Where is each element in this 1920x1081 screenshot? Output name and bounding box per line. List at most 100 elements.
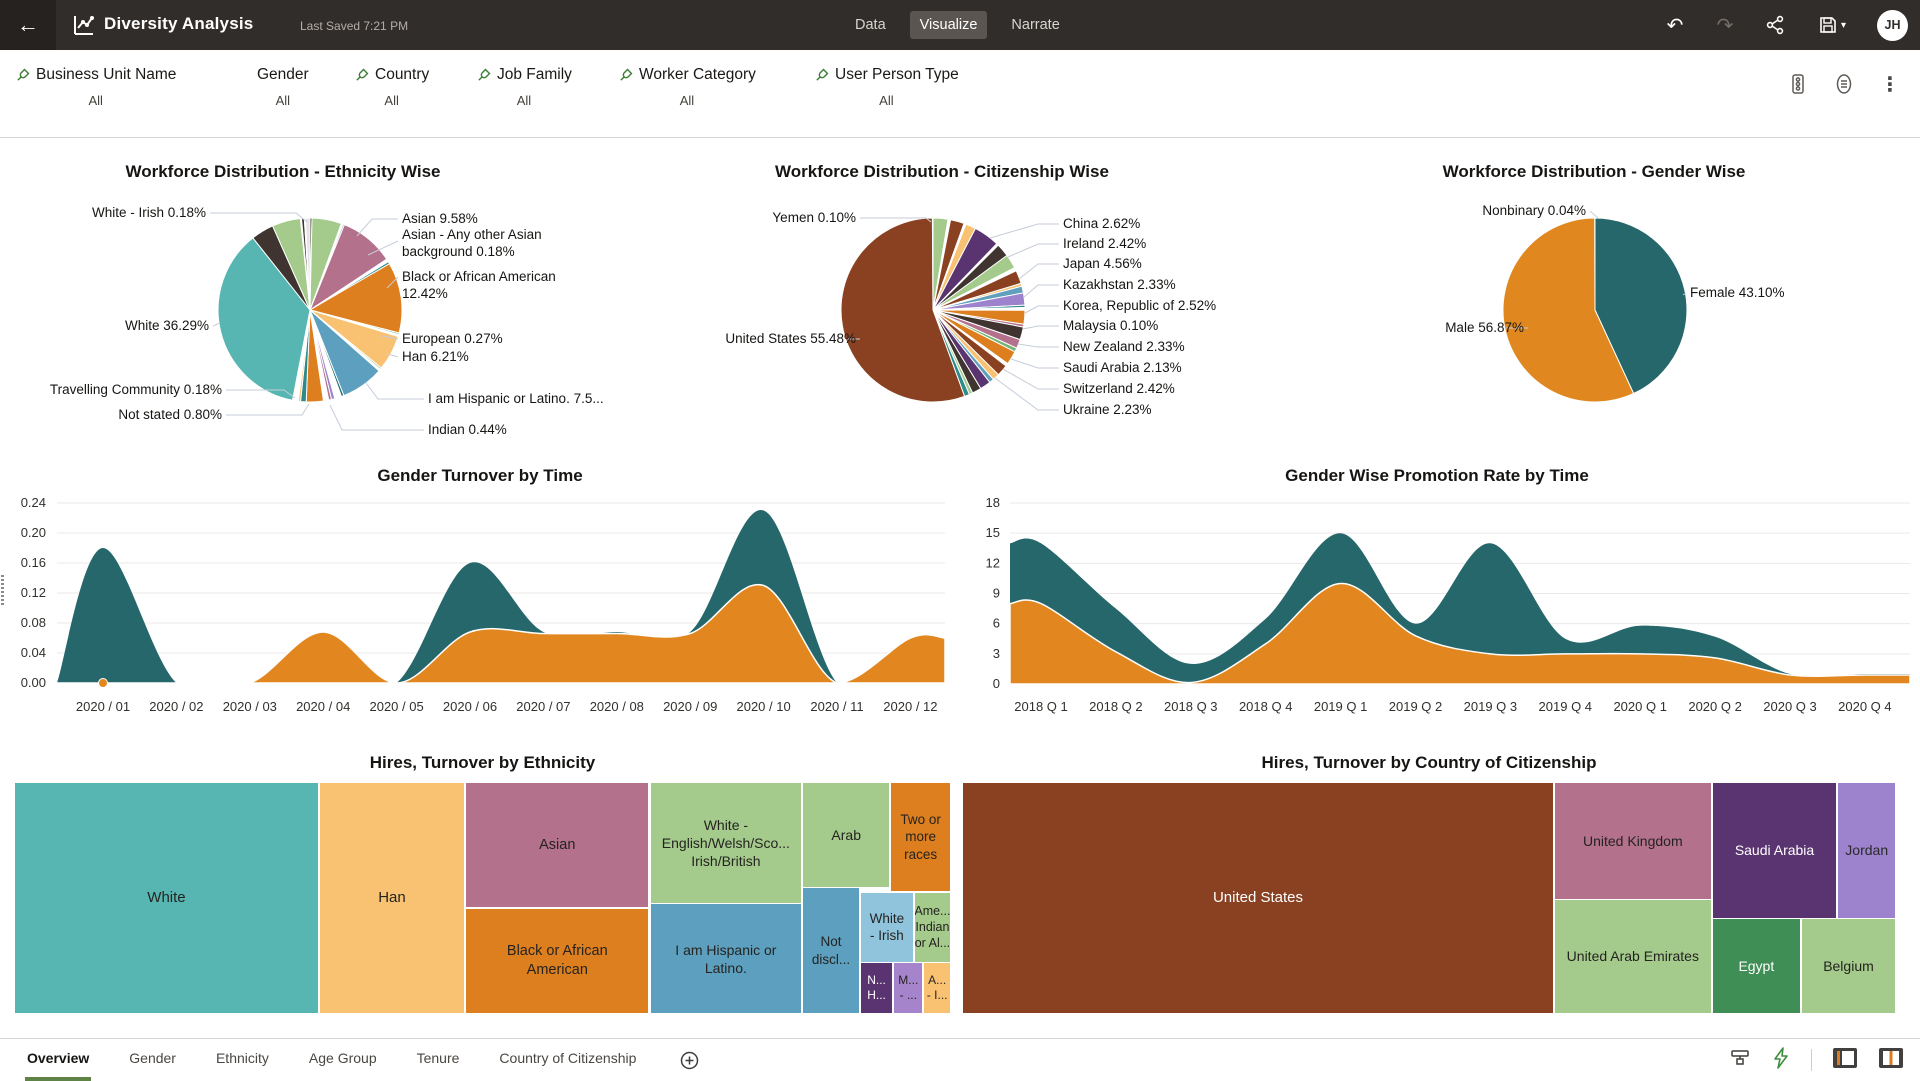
- x-axis-tick: 2020 Q 2: [1688, 699, 1742, 714]
- filter-user-person-type[interactable]: User Person Type All: [814, 66, 959, 108]
- pie-slice[interactable]: [932, 218, 933, 310]
- pie-chart-ethnicity[interactable]: Workforce Distribution - Ethnicity WiseW…: [10, 155, 630, 455]
- filter-job-family[interactable]: Job Family All: [476, 66, 572, 108]
- treemap-node[interactable]: Egypt: [1713, 919, 1800, 1013]
- canvas-settings-icon[interactable]: [1786, 72, 1810, 96]
- chart-title: Gender Turnover by Time: [377, 466, 582, 485]
- layout-split-icon[interactable]: [1878, 1047, 1904, 1074]
- treemap-node[interactable]: White - English/Welsh/Sco... Irish/Briti…: [651, 783, 802, 903]
- back-button[interactable]: ←: [0, 0, 56, 50]
- tab-data[interactable]: Data: [845, 11, 896, 39]
- treemap-node[interactable]: I am Hispanic or Latino.: [651, 904, 802, 1013]
- filter-value: All: [354, 93, 429, 108]
- treemap-node[interactable]: Black or African American: [466, 909, 648, 1013]
- pie-callout-label: Saudi Arabia 2.13%: [1063, 360, 1182, 375]
- filter-label: User Person Type: [835, 66, 959, 84]
- tab-visualize[interactable]: Visualize: [910, 11, 988, 39]
- callout-line: [226, 404, 309, 415]
- filter-label: Gender: [257, 66, 309, 84]
- pie-callout-label: Ireland 2.42%: [1063, 236, 1146, 251]
- avatar[interactable]: JH: [1877, 10, 1908, 41]
- filter-business-unit-name[interactable]: Business Unit Name All: [15, 66, 176, 108]
- area-chart-gender-turnover[interactable]: Gender Turnover by Time0.240.200.160.120…: [0, 455, 960, 725]
- treemap-node[interactable]: Arab: [803, 783, 889, 887]
- filter-label: Job Family: [497, 66, 572, 84]
- pie-callout-label: Nonbinary 0.04%: [1482, 203, 1586, 218]
- pie-chart-gender[interactable]: Workforce Distribution - Gender WiseNonb…: [1270, 155, 1920, 455]
- top-bar-actions: ↶ ↷ ▾ JH: [1663, 0, 1908, 50]
- treemap-node[interactable]: United Kingdom: [1555, 783, 1711, 899]
- treemap-node[interactable]: Saudi Arabia: [1713, 783, 1836, 918]
- y-axis-tick: 9: [993, 586, 1000, 601]
- treemap-node[interactable]: United Arab Emirates: [1555, 900, 1711, 1013]
- y-axis-tick: 0: [993, 676, 1000, 691]
- treemap-node[interactable]: M... - ...: [894, 963, 922, 1013]
- undo-icon[interactable]: ↶: [1663, 13, 1687, 37]
- divider: [1811, 1049, 1812, 1071]
- x-axis-tick: 2020 / 05: [369, 699, 423, 714]
- treemap-node[interactable]: Han: [320, 783, 464, 1013]
- pin-icon: [618, 68, 633, 83]
- treemap-node[interactable]: White - Irish: [861, 893, 913, 962]
- data-point-marker[interactable]: [99, 679, 108, 688]
- treemap-ethnicity-title: Hires, Turnover by Ethnicity: [15, 750, 950, 776]
- pin-icon: [814, 68, 829, 83]
- treemap-node[interactable]: Ame... Indian or Al...: [915, 893, 950, 962]
- panel-drag-handle[interactable]: [1, 575, 4, 605]
- canvas-tab-age-group[interactable]: Age Group: [307, 1039, 379, 1081]
- x-axis-tick: 2020 / 06: [443, 699, 497, 714]
- canvas-tab-overview[interactable]: Overview: [25, 1039, 91, 1081]
- pie-callout-label: Switzerland 2.42%: [1063, 381, 1175, 396]
- redo-icon[interactable]: ↷: [1713, 13, 1737, 37]
- x-axis-tick: 2020 / 09: [663, 699, 717, 714]
- canvas-tab-gender[interactable]: Gender: [127, 1039, 178, 1081]
- chart-title: Workforce Distribution - Citizenship Wis…: [775, 162, 1109, 181]
- pie-callout-label: Not stated 0.80%: [118, 407, 222, 422]
- area-chart-promotion-rate[interactable]: Gender Wise Promotion Rate by Time181512…: [960, 455, 1920, 725]
- pie-callout-label: Asian - Any other Asian: [402, 227, 542, 242]
- x-axis-tick: 2018 Q 3: [1164, 699, 1218, 714]
- treemap-citizenship-title: Hires, Turnover by Country of Citizenshi…: [963, 750, 1895, 776]
- treemap-node[interactable]: Two or more races: [891, 783, 950, 891]
- treemap-node[interactable]: White: [15, 783, 318, 1013]
- callout-line: [1023, 326, 1059, 329]
- filter-label: Country: [375, 66, 429, 84]
- canvas-tab-tenure[interactable]: Tenure: [415, 1039, 462, 1081]
- brush-icon[interactable]: [1729, 1047, 1751, 1074]
- canvas-tab-country-of-citizenship[interactable]: Country of Citizenship: [497, 1039, 638, 1081]
- pie-chart-citizenship[interactable]: Workforce Distribution - Citizenship Wis…: [630, 155, 1270, 455]
- callout-line: [1018, 344, 1059, 347]
- pie-callout-label: Travelling Community 0.18%: [50, 382, 222, 397]
- treemap-node[interactable]: Asian: [466, 783, 648, 907]
- x-axis-tick: 2020 / 11: [810, 699, 863, 714]
- callout-line: [990, 224, 1059, 238]
- add-canvas-icon[interactable]: [680, 1039, 699, 1081]
- save-button[interactable]: ▾: [1813, 13, 1851, 37]
- filter-gender[interactable]: Gender All: [257, 66, 309, 108]
- tab-narrate[interactable]: Narrate: [1001, 11, 1069, 39]
- canvas-tab-bar: Overview Gender Ethnicity Age Group Tenu…: [0, 1038, 1920, 1081]
- treemap-node[interactable]: Not discl...: [803, 888, 859, 1013]
- x-axis-tick: 2020 / 10: [736, 699, 790, 714]
- layout-single-icon[interactable]: [1832, 1047, 1858, 1074]
- chart-title: Gender Wise Promotion Rate by Time: [1285, 466, 1589, 485]
- canvas-tab-ethnicity[interactable]: Ethnicity: [214, 1039, 271, 1081]
- pie-callout-label: Yemen 0.10%: [772, 210, 856, 225]
- treemap-node[interactable]: N... H...: [861, 963, 892, 1013]
- auto-insights-icon[interactable]: [1771, 1047, 1791, 1074]
- annotation-icon[interactable]: [1832, 72, 1856, 96]
- filter-value: All: [814, 93, 959, 108]
- line-chart-icon: [72, 13, 96, 37]
- filter-country[interactable]: Country All: [354, 66, 429, 108]
- pie-callout-label: Han 6.21%: [402, 349, 469, 364]
- treemap-node[interactable]: Belgium: [1802, 919, 1895, 1013]
- share-icon[interactable]: [1763, 13, 1787, 37]
- callout-line: [1590, 211, 1598, 218]
- kebab-menu-icon[interactable]: ⋮: [1878, 72, 1902, 96]
- callout-line: [1003, 369, 1059, 389]
- filter-worker-category[interactable]: Worker Category All: [618, 66, 756, 108]
- treemap-node[interactable]: United States: [963, 783, 1553, 1013]
- treemap-node[interactable]: A... - I...: [924, 963, 950, 1013]
- y-axis-tick: 18: [986, 495, 1000, 510]
- treemap-node[interactable]: Jordan: [1838, 783, 1895, 918]
